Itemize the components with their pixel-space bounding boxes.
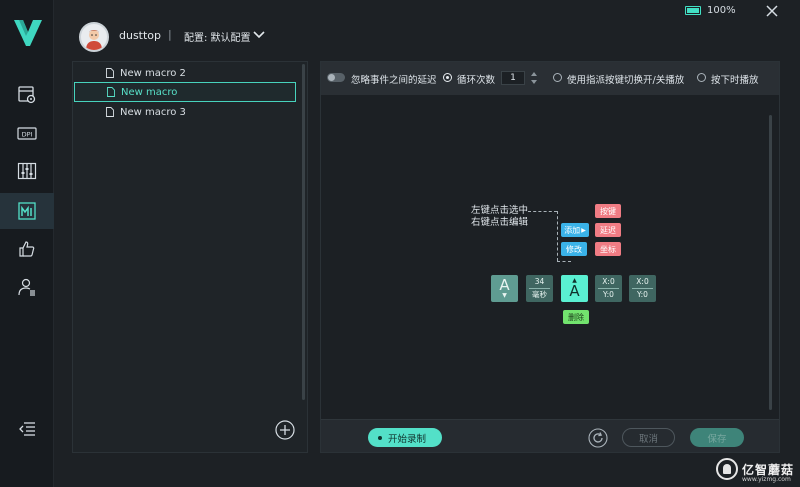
- macro-list-scrollbar[interactable]: [302, 64, 305, 400]
- sidebar-item-mouse-settings[interactable]: [0, 77, 54, 113]
- sidebar-item-account[interactable]: [0, 269, 54, 305]
- top-bar: dusttop | 配置: 默认配置 100%: [54, 0, 800, 70]
- battery-icon: [685, 6, 701, 15]
- toggle-play-radio[interactable]: [553, 73, 562, 82]
- coord-y: Y:0: [603, 290, 614, 299]
- editor-footer: 开始录制 取消 保存: [321, 419, 779, 452]
- ignore-delay-label: 忽略事件之间的延迟: [351, 75, 437, 86]
- macro-step-key[interactable]: A ▼: [491, 275, 518, 302]
- coord-x: X:0: [602, 277, 615, 286]
- collapse-menu-button[interactable]: [0, 411, 54, 447]
- edit-action-button[interactable]: 修改: [561, 242, 587, 256]
- macro-step-coordinate[interactable]: X:0 Y:0: [629, 275, 656, 302]
- collapse-menu-icon: [19, 422, 35, 436]
- mushroom-logo-icon: [716, 458, 738, 480]
- chevron-down-icon[interactable]: [253, 30, 265, 40]
- cancel-button[interactable]: 取消: [622, 428, 675, 447]
- key-name: A: [499, 276, 510, 294]
- ignore-delay-toggle[interactable]: [327, 73, 345, 82]
- document-icon: [107, 87, 115, 97]
- playback-options-bar: 忽略事件之间的延迟 循环次数 1 使用指派按键切换开/关播放 按下时播放: [321, 62, 779, 95]
- coord-x: X:0: [636, 277, 649, 286]
- macro-icon: [18, 202, 36, 220]
- hint-connector: [557, 211, 558, 261]
- macro-name: New macro: [121, 86, 178, 98]
- watermark-logo: 亿智蘑菇 www.yizmg.com: [716, 456, 796, 483]
- add-action-label: 添加: [564, 225, 581, 235]
- key-name: A: [569, 282, 580, 300]
- loop-count-input[interactable]: 1: [501, 71, 525, 85]
- sidebar-item-performance[interactable]: [0, 231, 54, 267]
- hold-play-radio[interactable]: [697, 73, 706, 82]
- avatar-icon: [86, 30, 102, 50]
- loop-radio[interactable]: [443, 73, 452, 82]
- delay-unit: 毫秒: [532, 290, 547, 299]
- loop-label: 循环次数: [457, 75, 496, 86]
- macro-step-key-selected[interactable]: ▲ A: [561, 275, 588, 302]
- macro-list-panel: New macro 2 New macro New macro 3: [72, 61, 308, 453]
- add-macro-icon[interactable]: [275, 420, 295, 440]
- watermark-text: 亿智蘑菇: [742, 462, 795, 477]
- save-button[interactable]: 保存: [690, 428, 744, 447]
- start-record-label: 开始录制: [388, 433, 427, 445]
- hint-line-1: 左键点击选中: [471, 205, 529, 216]
- document-icon: [106, 107, 114, 117]
- battery-fill: [687, 8, 699, 13]
- key-down-icon: ▼: [502, 292, 507, 299]
- loop-count-stepper-icon[interactable]: [530, 70, 538, 86]
- delay-value: 34: [534, 277, 545, 286]
- mouse-settings-icon: [18, 86, 36, 104]
- battery-percent: 100%: [707, 5, 736, 16]
- username: dusttop: [119, 29, 162, 42]
- equalizer-icon: [17, 162, 37, 180]
- hint-line-2: 右键点击编辑: [471, 217, 529, 228]
- avatar[interactable]: [79, 22, 109, 52]
- toggle-play-label: 使用指派按键切换开/关播放: [567, 75, 685, 86]
- close-icon[interactable]: [765, 4, 779, 18]
- macro-step-delay[interactable]: 34 毫秒: [526, 275, 553, 302]
- add-action-button[interactable]: 添加 ▶: [561, 223, 589, 237]
- hint-connector: [557, 261, 571, 262]
- macro-list-item[interactable]: New macro 2: [74, 63, 296, 83]
- coord-y: Y:0: [637, 290, 648, 299]
- macro-list-item[interactable]: New macro 3: [74, 102, 296, 122]
- sidebar-item-equalizer[interactable]: [0, 153, 54, 189]
- editor-scrollbar[interactable]: [769, 115, 772, 410]
- profile-selector-label[interactable]: 配置: 默认配置: [184, 29, 251, 44]
- user-settings-icon: [18, 278, 35, 296]
- sidebar-item-macro[interactable]: [0, 193, 54, 229]
- start-record-button[interactable]: 开始录制: [368, 428, 442, 447]
- add-delay-button[interactable]: 延迟: [595, 223, 621, 237]
- macro-editor: 忽略事件之间的延迟 循环次数 1 使用指派按键切换开/关播放 按下时播放 左键点…: [320, 61, 780, 453]
- document-icon: [106, 68, 114, 78]
- macro-list-item-selected[interactable]: New macro: [74, 82, 296, 102]
- usage-hint: 左键点击选中 右键点击编辑: [471, 205, 528, 229]
- add-key-button[interactable]: 按键: [595, 204, 621, 218]
- dpi-icon: DPI: [17, 127, 37, 140]
- reset-icon[interactable]: [588, 428, 608, 448]
- header-separator: |: [168, 28, 172, 41]
- macro-name: New macro 2: [120, 67, 186, 79]
- sidebar-item-dpi[interactable]: DPI: [0, 115, 54, 151]
- macro-step-coordinate[interactable]: X:0 Y:0: [595, 275, 622, 302]
- sidebar: DPI: [0, 0, 54, 487]
- delete-step-button[interactable]: 删除: [563, 310, 589, 324]
- add-coordinate-button[interactable]: 坐标: [595, 242, 621, 256]
- hint-connector: [528, 211, 557, 212]
- record-dot-icon: [378, 435, 382, 440]
- logo-icon: [14, 20, 42, 46]
- thumbs-up-icon: [19, 241, 35, 257]
- hold-play-label: 按下时播放: [711, 75, 759, 86]
- macro-name: New macro 3: [120, 106, 186, 118]
- dpi-icon-label: DPI: [22, 131, 33, 139]
- watermark-url: www.yizmg.com: [742, 476, 791, 483]
- caret-right-icon: ▶: [581, 226, 586, 234]
